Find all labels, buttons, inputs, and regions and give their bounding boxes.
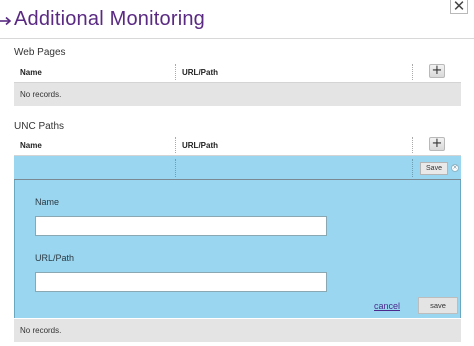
dialog-header: Additional Monitoring ✕ [0,0,474,40]
web-pages-section-title: Web Pages [14,47,66,58]
column-divider [412,159,413,177]
column-divider [412,137,413,153]
web-pages-column-name[interactable]: Name [20,68,42,77]
url-path-field-label: URL/Path [35,253,75,263]
unc-paths-add-button[interactable]: + [429,137,445,151]
cancel-link[interactable]: cancel [374,301,400,311]
save-button[interactable]: save [418,297,458,314]
header-divider [0,38,474,39]
unc-paths-column-name[interactable]: Name [20,141,42,150]
url-path-input[interactable] [35,272,327,292]
cancel-circle-icon[interactable]: × [451,164,459,172]
column-divider [412,64,413,80]
column-divider [175,64,176,80]
row-save-button[interactable]: Save [420,162,448,175]
column-divider [175,137,176,153]
web-pages-column-url[interactable]: URL/Path [182,68,218,77]
arrow-right-icon [0,16,12,26]
web-pages-add-button[interactable]: + [429,64,445,78]
unc-paths-grid-header: Name URL/Path + [14,134,461,156]
page-title: Additional Monitoring [14,8,205,30]
unc-paths-section-title: UNC Paths [14,121,65,132]
web-pages-empty-row: No records. [14,83,461,106]
unc-path-edit-form: Name URL/Path cancel save [14,180,461,318]
column-divider [175,159,176,177]
name-field-label: Name [35,197,60,207]
close-button[interactable]: ✕ [450,0,468,14]
name-input[interactable] [35,216,327,236]
web-pages-grid-header: Name URL/Path + [14,61,461,83]
unc-paths-column-url[interactable]: URL/Path [182,141,218,150]
unc-paths-edit-row: Save × [14,156,461,180]
unc-paths-empty-row: No records. [14,319,461,342]
